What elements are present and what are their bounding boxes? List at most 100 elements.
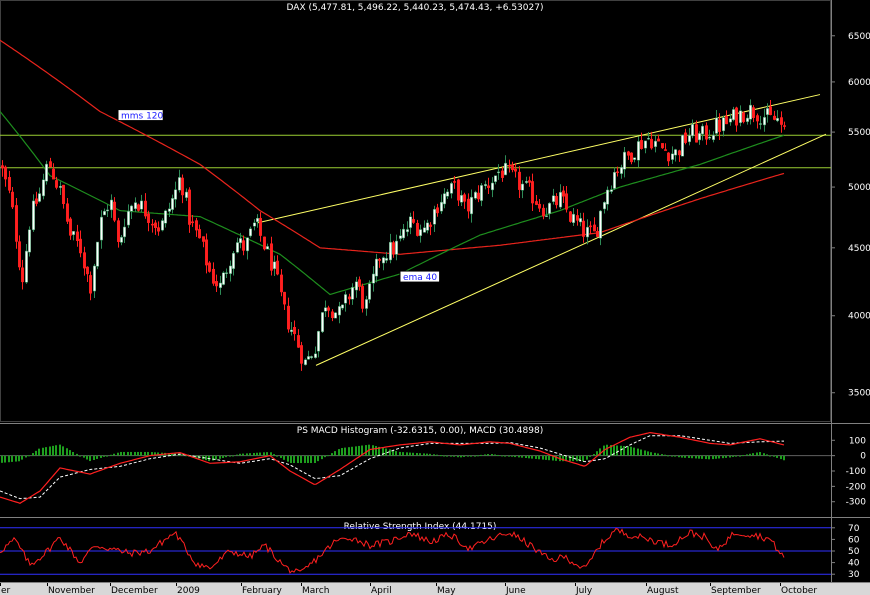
candle-body	[514, 168, 517, 172]
candle-body	[35, 198, 38, 204]
candle-body	[256, 217, 259, 223]
x-axis-label: July	[575, 586, 593, 595]
macd-histogram-bar	[348, 447, 350, 456]
candle-body	[106, 209, 109, 212]
price-title: DAX (5,477.81, 5,496.22, 5,440.23, 5,474…	[287, 3, 544, 13]
macd-histogram-bar	[372, 445, 374, 456]
x-axis-label: er	[1, 586, 11, 595]
macd-histogram-bar	[620, 445, 622, 456]
macd-histogram-bar	[86, 455, 88, 460]
candle-body	[555, 196, 558, 206]
candle-body	[752, 107, 755, 118]
candle-body	[783, 125, 786, 127]
macd-histogram-bar	[42, 447, 44, 456]
price-tick-label: 5000	[848, 183, 870, 193]
candle-body	[569, 211, 572, 222]
candle-body	[725, 115, 728, 125]
macd-histogram-bar	[436, 454, 438, 456]
candle-body	[307, 356, 310, 360]
candle-body	[45, 163, 48, 182]
candle-body	[314, 353, 317, 358]
candle-body	[120, 236, 123, 243]
candle-body	[164, 210, 167, 224]
candle-body	[501, 170, 504, 178]
candle-body	[18, 241, 21, 268]
macd-histogram-bar	[426, 453, 428, 456]
macd-histogram-bar	[219, 455, 221, 459]
macd-histogram-bar	[93, 455, 95, 461]
macd-axis: 100 0 -100 -200 -300	[831, 436, 866, 508]
macd-histogram-bar	[49, 446, 51, 456]
candle-body	[300, 345, 303, 364]
macd-histogram-bar	[783, 455, 785, 461]
candle-body	[290, 329, 293, 332]
macd-histogram-bar	[389, 449, 391, 456]
macd-histogram-bar	[266, 452, 268, 456]
candle-body	[137, 204, 140, 211]
candle-body	[463, 194, 466, 202]
price-tick-label: 4000	[848, 312, 870, 322]
candle-body	[55, 180, 58, 188]
candle-body	[695, 124, 698, 143]
candle-body	[705, 125, 708, 140]
candle-body	[603, 202, 606, 210]
candle-body	[283, 291, 286, 305]
macd-histogram-bar	[259, 452, 261, 456]
macd-histogram-bar	[633, 447, 635, 456]
macd-histogram-bar	[589, 455, 591, 457]
macd-tick-label: 0	[860, 452, 866, 462]
macd-histogram-bar	[45, 447, 47, 456]
macd-histogram-bar	[508, 455, 510, 457]
candle-body	[392, 242, 395, 255]
macd-histogram-bar	[606, 444, 608, 456]
candle-body	[38, 193, 41, 202]
candle-body	[348, 296, 351, 300]
candle-body	[324, 307, 327, 312]
candle-body	[399, 235, 402, 239]
candle-body	[28, 229, 31, 253]
macd-histogram-bar	[225, 455, 227, 458]
macd-histogram-bar	[477, 455, 479, 457]
candle-body	[650, 138, 653, 149]
candle-body	[627, 151, 630, 156]
macd-histogram-bar	[616, 445, 618, 456]
candle-body	[759, 123, 762, 125]
macd-histogram-bar	[773, 455, 775, 457]
price-tick-label: 6500	[848, 32, 870, 42]
candle-body	[531, 181, 534, 204]
macd-histogram-bar	[661, 454, 663, 456]
macd-line	[0, 431, 785, 504]
candle-body	[480, 185, 483, 201]
candle-body	[701, 125, 704, 135]
stock-chart: DAX (5,477.81, 5,496.22, 5,440.23, 5,474…	[0, 0, 870, 595]
macd-histogram-bar	[106, 455, 108, 457]
candle-body	[208, 262, 211, 272]
macd-histogram-bar	[83, 455, 85, 458]
candle-body	[620, 167, 623, 174]
candle-body	[661, 143, 664, 149]
candle-body	[72, 231, 75, 236]
macd-histogram-bar	[395, 451, 397, 456]
macd-histogram-bar	[470, 455, 472, 457]
macd-histogram-bar	[698, 455, 700, 459]
macd-histogram-bar	[222, 455, 224, 458]
candle-body	[739, 110, 742, 124]
macd-histogram-bar	[69, 450, 71, 456]
candle-body	[426, 222, 429, 231]
macd-histogram-bar	[637, 448, 639, 456]
macd-histogram-bar	[62, 446, 64, 456]
macd-histogram-bar	[746, 454, 748, 456]
macd-histogram-bar	[344, 447, 346, 456]
candle-body	[334, 312, 337, 319]
candle-body	[460, 195, 463, 203]
candle-body	[52, 168, 55, 180]
macd-histogram-bar	[548, 455, 550, 461]
x-axis-label: August	[647, 586, 679, 595]
macd-histogram-bar	[776, 455, 778, 458]
candle-body	[718, 119, 721, 132]
macd-histogram-bar	[491, 454, 493, 456]
x-axis-label: February	[242, 586, 283, 595]
macd-histogram-bar	[684, 455, 686, 458]
candle-body	[453, 181, 456, 183]
macd-histogram-bar	[535, 455, 537, 459]
